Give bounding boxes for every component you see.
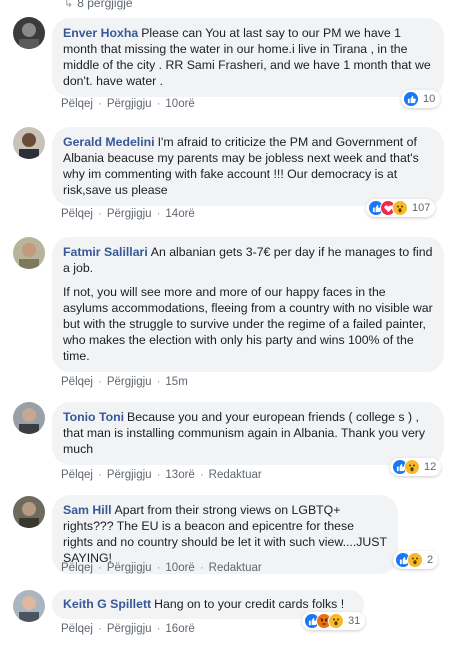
- comment-text: Sam Hill Apart from their strong views on…: [63, 502, 387, 566]
- comment-bubble: Tonio Toni Because you and your european …: [52, 402, 444, 465]
- timestamp[interactable]: 14orë: [165, 208, 194, 220]
- like-button[interactable]: Pëlqej: [61, 208, 93, 220]
- reaction-count: 31: [348, 615, 361, 627]
- timestamp[interactable]: 10orë: [165, 98, 194, 110]
- author-link[interactable]: Fatmir Salillari: [63, 245, 148, 259]
- author-link[interactable]: Tonio Toni: [63, 410, 124, 424]
- comment-actions: Pëlqej · Përgjigju · 16orë: [61, 623, 195, 635]
- comment-body: Hang on to your credit cards folks !: [154, 597, 345, 611]
- view-more-replies-link[interactable]: ↳ 8 përgjigje: [64, 0, 133, 10]
- reaction-count: 12: [424, 461, 437, 473]
- comment-bubble: Enver Hoxha Please can You at last say to…: [52, 18, 444, 97]
- reply-arrow-icon: ↳: [64, 0, 74, 10]
- reply-button[interactable]: Përgjigju: [107, 623, 152, 635]
- reply-button[interactable]: Përgjigju: [107, 376, 152, 388]
- timestamp[interactable]: 10orë: [165, 562, 194, 574]
- edited-label[interactable]: Redaktuar: [209, 469, 262, 481]
- avatar[interactable]: [13, 402, 45, 434]
- reaction-count: 107: [412, 202, 431, 214]
- reply-button[interactable]: Përgjigju: [107, 208, 152, 220]
- reaction-summary[interactable]: 2: [393, 551, 439, 569]
- reaction-summary[interactable]: 10: [401, 90, 441, 108]
- wow-reaction-icon: [328, 613, 344, 629]
- author-link[interactable]: Sam Hill: [63, 503, 112, 517]
- like-button[interactable]: Pëlqej: [61, 469, 93, 481]
- wow-reaction-icon: [407, 552, 423, 568]
- comment-actions: Pëlqej · Përgjigju · 15m: [61, 376, 188, 388]
- reaction-summary[interactable]: 31: [302, 612, 366, 630]
- comment-actions: Pëlqej · Përgjigju · 14orë: [61, 208, 195, 220]
- reaction-summary[interactable]: 12: [390, 458, 442, 476]
- comment-text: If not, you will see more and more of ou…: [63, 285, 433, 363]
- avatar[interactable]: [13, 590, 45, 622]
- comment-text: Keith G Spillett Hang on to your credit c…: [63, 596, 353, 612]
- reply-button[interactable]: Përgjigju: [107, 469, 152, 481]
- comment-actions: Pëlqej · Përgjigju · 10orë: [61, 98, 195, 110]
- wow-reaction-icon: [404, 459, 420, 475]
- reply-button[interactable]: Përgjigju: [107, 98, 152, 110]
- avatar[interactable]: [13, 237, 45, 269]
- replies-count-label: 8 përgjigje: [77, 0, 133, 10]
- author-link[interactable]: Enver Hoxha: [63, 26, 138, 40]
- wow-reaction-icon: [392, 200, 408, 216]
- reaction-count: 10: [423, 93, 436, 105]
- like-button[interactable]: Pëlqej: [61, 562, 93, 574]
- avatar[interactable]: [13, 127, 45, 159]
- comment-bubble: Fatmir Salillari An albanian gets 3-7€ pe…: [52, 237, 444, 372]
- avatar[interactable]: [13, 496, 45, 528]
- edited-label[interactable]: Redaktuar: [209, 562, 262, 574]
- comment-text: Fatmir Salillari An albanian gets 3-7€ pe…: [63, 244, 433, 276]
- like-button[interactable]: Pëlqej: [61, 623, 93, 635]
- comment-actions: Pëlqej · Përgjigju · 13orë · Redaktuar: [61, 469, 262, 481]
- like-button[interactable]: Pëlqej: [61, 98, 93, 110]
- like-reaction-icon: [403, 91, 419, 107]
- reaction-count: 2: [427, 554, 434, 566]
- like-button[interactable]: Pëlqej: [61, 376, 93, 388]
- reply-button[interactable]: Përgjigju: [107, 562, 152, 574]
- comment-text: Enver Hoxha Please can You at last say to…: [63, 25, 433, 89]
- comment-bubble: Gerald Medelini I'm afraid to criticize t…: [52, 127, 444, 206]
- comment-actions: Pëlqej · Përgjigju · 10orë · Redaktuar: [61, 562, 262, 574]
- author-link[interactable]: Keith G Spillett: [63, 597, 151, 611]
- reaction-summary[interactable]: 107: [366, 199, 436, 217]
- timestamp[interactable]: 15m: [165, 376, 187, 388]
- comment-text: Gerald Medelini I'm afraid to criticize t…: [63, 134, 433, 198]
- comment-text: Tonio Toni Because you and your european …: [63, 409, 433, 457]
- timestamp[interactable]: 13orë: [165, 469, 194, 481]
- author-link[interactable]: Gerald Medelini: [63, 135, 155, 149]
- timestamp[interactable]: 16orë: [165, 623, 194, 635]
- avatar[interactable]: [13, 17, 45, 49]
